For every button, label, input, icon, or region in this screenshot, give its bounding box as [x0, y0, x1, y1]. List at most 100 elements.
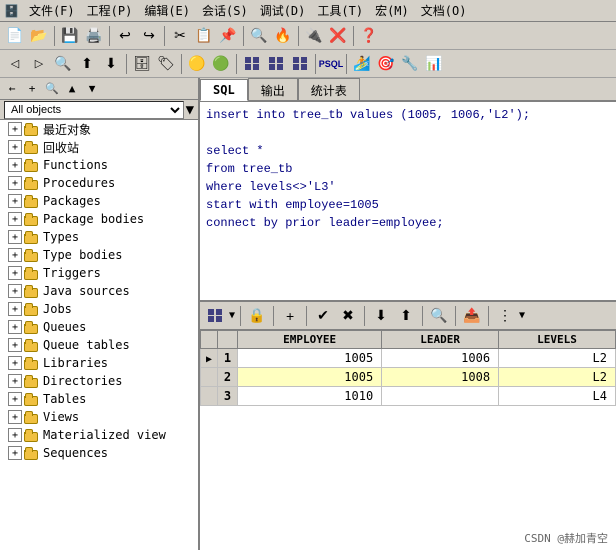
expander-recycle[interactable]: + — [8, 140, 22, 154]
cell-levels-2[interactable]: L2 — [499, 368, 616, 387]
menu-debug[interactable]: 调试(D) — [254, 0, 312, 21]
tree-item-views[interactable]: + Views — [0, 408, 198, 426]
tree-item-jobs[interactable]: + Jobs — [0, 300, 198, 318]
tb-forward[interactable]: ▷ — [28, 53, 50, 75]
tree-item-packages[interactable]: + Packages — [0, 192, 198, 210]
tb-search-obj[interactable]: 🔍 — [52, 53, 74, 75]
expander-type-bodies[interactable]: + — [8, 248, 22, 262]
tree-item-package-bodies[interactable]: + Package bodies — [0, 210, 198, 228]
tb-refresh[interactable]: ⬆ — [76, 53, 98, 75]
nav-down[interactable]: ▼ — [84, 81, 100, 97]
tb-paste[interactable]: 📌 — [217, 25, 239, 47]
tree-item-directories[interactable]: + Directories — [0, 372, 198, 390]
expander-jobs[interactable]: + — [8, 302, 22, 316]
tb-db2[interactable]: 🏷 — [155, 53, 177, 75]
tb-undo[interactable]: ↩ — [114, 25, 136, 47]
expander-types[interactable]: + — [8, 230, 22, 244]
tree-item-tables[interactable]: + Tables — [0, 390, 198, 408]
menu-docs[interactable]: 文档(O) — [415, 0, 473, 21]
tb-db1[interactable]: 🗄 — [131, 53, 153, 75]
col-leader[interactable]: LEADER — [382, 331, 499, 349]
cancel-btn[interactable]: ✖ — [337, 305, 359, 327]
data-grid-container[interactable]: EMPLOYEE LEADER LEVELS ▶ 1 1005 1006 L2 — [200, 330, 616, 550]
tree-item-type-bodies[interactable]: + Type bodies — [0, 246, 198, 264]
cell-leader-2[interactable]: 1008 — [382, 368, 499, 387]
tb-save[interactable]: 💾 — [59, 25, 81, 47]
expander-functions[interactable]: + — [8, 158, 22, 172]
menu-edit[interactable]: 编辑(E) — [138, 0, 196, 21]
tab-stats[interactable]: 统计表 — [298, 78, 360, 100]
tab-output[interactable]: 输出 — [248, 78, 298, 100]
dropdown-arrow[interactable]: ▼ — [186, 102, 194, 118]
cell-leader-1[interactable]: 1006 — [382, 349, 499, 368]
nav-up[interactable]: ▲ — [64, 81, 80, 97]
tb-copy[interactable]: 📋 — [193, 25, 215, 47]
tb-filter[interactable]: ⬇ — [100, 53, 122, 75]
more-btn[interactable]: ⋮ — [494, 305, 516, 327]
confirm-btn[interactable]: ✔ — [312, 305, 334, 327]
tb-help[interactable]: ❓ — [358, 25, 380, 47]
grid-view-btn[interactable] — [204, 305, 226, 327]
col-employee[interactable]: EMPLOYEE — [238, 331, 382, 349]
sql-editor[interactable]: insert into tree_tb values (1005, 1006,'… — [200, 102, 616, 302]
tb-grid3[interactable] — [289, 53, 311, 75]
menu-tools[interactable]: 工具(T) — [311, 0, 369, 21]
expander-procedures[interactable]: + — [8, 176, 22, 190]
tb-find[interactable]: 🔍 — [248, 25, 270, 47]
tb-replace[interactable]: 🔥 — [272, 25, 294, 47]
expander-directories[interactable]: + — [8, 374, 22, 388]
tree-item-java-sources[interactable]: + Java sources — [0, 282, 198, 300]
object-type-select[interactable]: All objects — [4, 101, 184, 119]
expander-packages[interactable]: + — [8, 194, 22, 208]
arrow-down-btn[interactable]: ⬇ — [370, 305, 392, 327]
tb-disconnect[interactable]: ❌ — [327, 25, 349, 47]
expander-java-sources[interactable]: + — [8, 284, 22, 298]
tb-cut[interactable]: ✂ — [169, 25, 191, 47]
tb-new[interactable]: 📄 — [4, 25, 26, 47]
tb-obj2[interactable]: 🟢 — [210, 53, 232, 75]
export-btn[interactable]: 📤 — [461, 305, 483, 327]
tb-grid1[interactable] — [241, 53, 263, 75]
tree-item-queues[interactable]: + Queues — [0, 318, 198, 336]
lock-btn[interactable]: 🔒 — [246, 305, 268, 327]
expander-mat-views[interactable]: + — [8, 428, 22, 442]
tree-item-recycle[interactable]: + 回收站 — [0, 138, 198, 156]
nav-search[interactable]: 🔍 — [44, 81, 60, 97]
tb-redo[interactable]: ↪ — [138, 25, 160, 47]
tree-item-queue-tables[interactable]: + Queue tables — [0, 336, 198, 354]
expander-triggers[interactable]: + — [8, 266, 22, 280]
tb-open[interactable]: 📂 — [28, 25, 50, 47]
expander-package-bodies[interactable]: + — [8, 212, 22, 226]
table-row[interactable]: ▶ 1 1005 1006 L2 — [201, 349, 616, 368]
add-row-btn[interactable]: + — [279, 305, 301, 327]
tb-extra1[interactable]: 🏄 — [351, 53, 373, 75]
tb-extra2[interactable]: 🎯 — [375, 53, 397, 75]
menu-file[interactable]: 文件(F) — [23, 0, 81, 21]
tree-item-libraries[interactable]: + Libraries — [0, 354, 198, 372]
dropdown-arrow-grid[interactable]: ▼ — [229, 310, 235, 321]
menu-macro[interactable]: 宏(M) — [369, 0, 415, 21]
tree-item-mat-views[interactable]: + Materialized view — [0, 426, 198, 444]
tab-sql[interactable]: SQL — [200, 79, 248, 101]
tree-item-recent[interactable]: + 最近对象 — [0, 120, 198, 138]
tb-extra3[interactable]: 🔧 — [399, 53, 421, 75]
expander-views[interactable]: + — [8, 410, 22, 424]
table-row[interactable]: 3 1010 L4 — [201, 387, 616, 406]
menu-project[interactable]: 工程(P) — [81, 0, 139, 21]
search-data-btn[interactable]: 🔍 — [428, 305, 450, 327]
arrow-up-btn[interactable]: ⬆ — [395, 305, 417, 327]
tb-connect[interactable]: 🔌 — [303, 25, 325, 47]
tb-psql[interactable]: PSQL — [320, 53, 342, 75]
tb-grid2[interactable] — [265, 53, 287, 75]
tree-item-functions[interactable]: + Functions — [0, 156, 198, 174]
menu-session[interactable]: 会话(S) — [196, 0, 254, 21]
nav-add[interactable]: + — [24, 81, 40, 97]
nav-back[interactable]: ← — [4, 81, 20, 97]
expander-recent[interactable]: + — [8, 122, 22, 136]
expander-queue-tables[interactable]: + — [8, 338, 22, 352]
expander-queues[interactable]: + — [8, 320, 22, 334]
tree-item-sequences[interactable]: + Sequences — [0, 444, 198, 462]
cell-levels-3[interactable]: L4 — [499, 387, 616, 406]
tree-item-procedures[interactable]: + Procedures — [0, 174, 198, 192]
tree-item-triggers[interactable]: + Triggers — [0, 264, 198, 282]
